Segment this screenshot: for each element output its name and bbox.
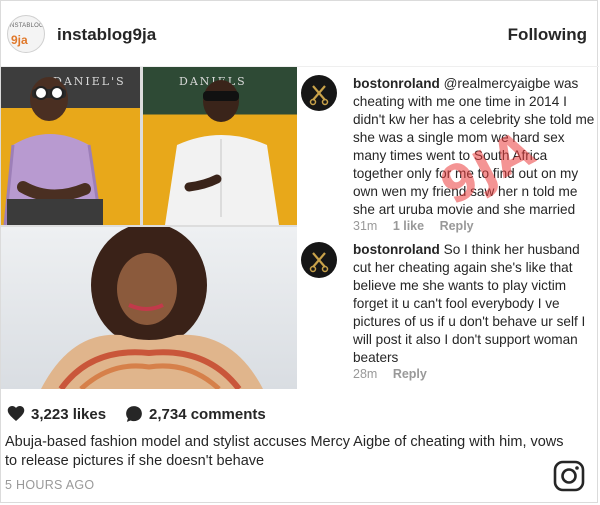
commenter-avatar[interactable] bbox=[301, 75, 337, 111]
instagram-post-card: INSTABLOG 9ja instablog9ja Following DAN… bbox=[0, 0, 599, 503]
post-header: INSTABLOG 9ja instablog9ja Following bbox=[1, 1, 599, 67]
avatar-text-main: 9ja bbox=[11, 33, 28, 47]
photo-man-right: DANIELS bbox=[143, 67, 297, 225]
comment-bubble-icon[interactable] bbox=[125, 405, 143, 423]
following-button[interactable]: Following bbox=[508, 25, 587, 45]
comment-2-time: 28m bbox=[353, 367, 378, 381]
post-caption: Abuja-based fashion model and stylist ac… bbox=[5, 434, 564, 469]
comment-overlay: bostonroland @realmercyaigbe was cheatin… bbox=[297, 67, 599, 389]
comment-2-meta: 28m Reply bbox=[353, 367, 427, 381]
account-username[interactable]: instablog9ja bbox=[57, 25, 156, 45]
comment-1-likes[interactable]: 1 like bbox=[393, 219, 424, 233]
comment-2-reply-button[interactable]: Reply bbox=[393, 367, 427, 381]
post-actions: 3,223 likes 2,734 comments bbox=[1, 401, 599, 427]
comment-2-username[interactable]: bostonroland bbox=[353, 242, 440, 257]
instagram-icon[interactable] bbox=[553, 460, 585, 492]
comments-count[interactable]: 2,734 comments bbox=[149, 406, 266, 423]
likes-count[interactable]: 3,223 likes bbox=[31, 406, 106, 423]
comment-1-username[interactable]: bostonroland bbox=[353, 76, 440, 91]
photo-man-left: DANIEL'S bbox=[1, 67, 140, 225]
avatar-text-top: INSTABLOG bbox=[8, 23, 44, 29]
commenter-avatar[interactable] bbox=[301, 242, 337, 278]
heart-icon[interactable] bbox=[7, 405, 25, 422]
comment-1-reply-button[interactable]: Reply bbox=[440, 219, 474, 233]
man-right-figure bbox=[165, 80, 279, 225]
barber-logo-icon bbox=[309, 252, 329, 273]
comment-1-meta: 31m 1 like Reply bbox=[353, 219, 474, 233]
post-photo: DANIEL'S DANIELS bbox=[1, 67, 297, 389]
woman-figure bbox=[41, 223, 263, 389]
post-timestamp[interactable]: 5 HOURS AGO bbox=[5, 478, 94, 492]
comment-2: bostonroland So I think her husband cut … bbox=[353, 241, 597, 367]
comment-1-time: 31m bbox=[353, 219, 378, 233]
barber-logo-icon bbox=[309, 85, 329, 106]
photo-woman bbox=[1, 223, 297, 389]
man-left-figure bbox=[3, 77, 103, 225]
comment-2-text: So I think her husband cut her cheating … bbox=[353, 242, 586, 365]
account-avatar[interactable]: INSTABLOG 9ja bbox=[7, 15, 45, 53]
